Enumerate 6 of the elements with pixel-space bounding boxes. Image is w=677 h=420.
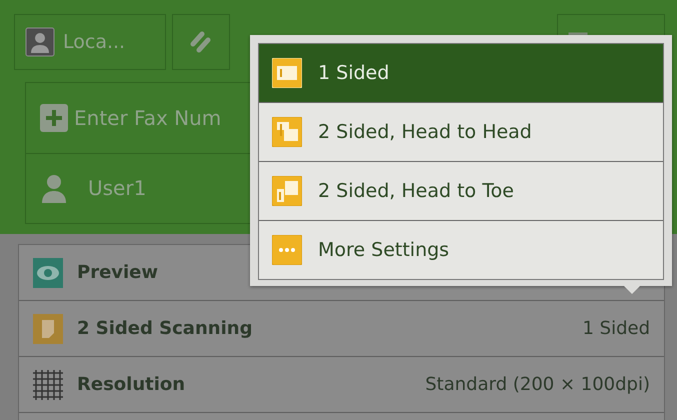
feature-value: Standard (200 × 100dpi) xyxy=(425,374,650,395)
feature-value: 1 Sided xyxy=(582,318,650,339)
feature-label: 2 Sided Scanning xyxy=(77,318,252,339)
feature-label: Resolution xyxy=(77,374,186,395)
feature-label: Preview xyxy=(77,262,158,283)
user-name: User1 xyxy=(88,176,146,200)
